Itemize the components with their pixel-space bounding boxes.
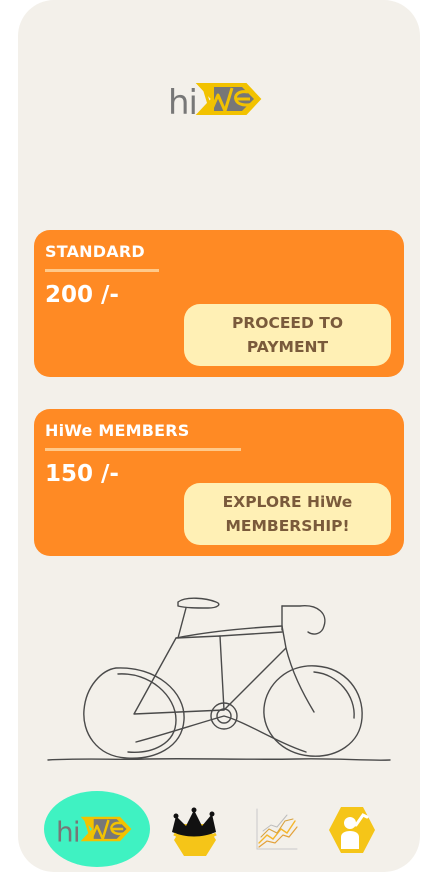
proceed-to-payment-button[interactable]: PROCEED TO PAYMENT (184, 304, 391, 366)
nav-membership-button[interactable] (164, 800, 224, 860)
bicycle-line-art-icon (47, 597, 391, 761)
hiwe-home-logo-icon: hi (56, 815, 132, 847)
growth-chart-icon (256, 808, 298, 850)
nav-home-button[interactable]: hi (44, 791, 150, 867)
plan-name-underline (45, 448, 241, 451)
svg-text:hi: hi (56, 815, 80, 847)
bottom-nav: hi (18, 786, 420, 872)
plan-name: STANDARD (45, 242, 145, 261)
explore-membership-button[interactable]: EXPLORE HiWe MEMBERSHIP! (184, 483, 391, 545)
app-screen: hi STANDARD 200 /- PROCEED TO PAYMENT Hi… (18, 0, 420, 872)
plan-card-standard: STANDARD 200 /- PROCEED TO PAYMENT (34, 230, 404, 377)
hiwe-logo: hi (168, 83, 262, 120)
crown-hexagon-icon (172, 807, 217, 856)
svg-text:hi: hi (168, 83, 197, 120)
nav-stats-button[interactable] (246, 800, 304, 858)
plan-price: 150 /- (45, 461, 119, 487)
nav-profile-button[interactable] (322, 800, 382, 860)
plan-name: HiWe MEMBERS (45, 421, 190, 440)
plan-price: 200 /- (45, 282, 119, 308)
plan-card-members: HiWe MEMBERS 150 /- EXPLORE HiWe MEMBERS… (34, 409, 404, 556)
profile-hexagon-icon (329, 807, 375, 853)
plan-name-underline (45, 269, 159, 272)
